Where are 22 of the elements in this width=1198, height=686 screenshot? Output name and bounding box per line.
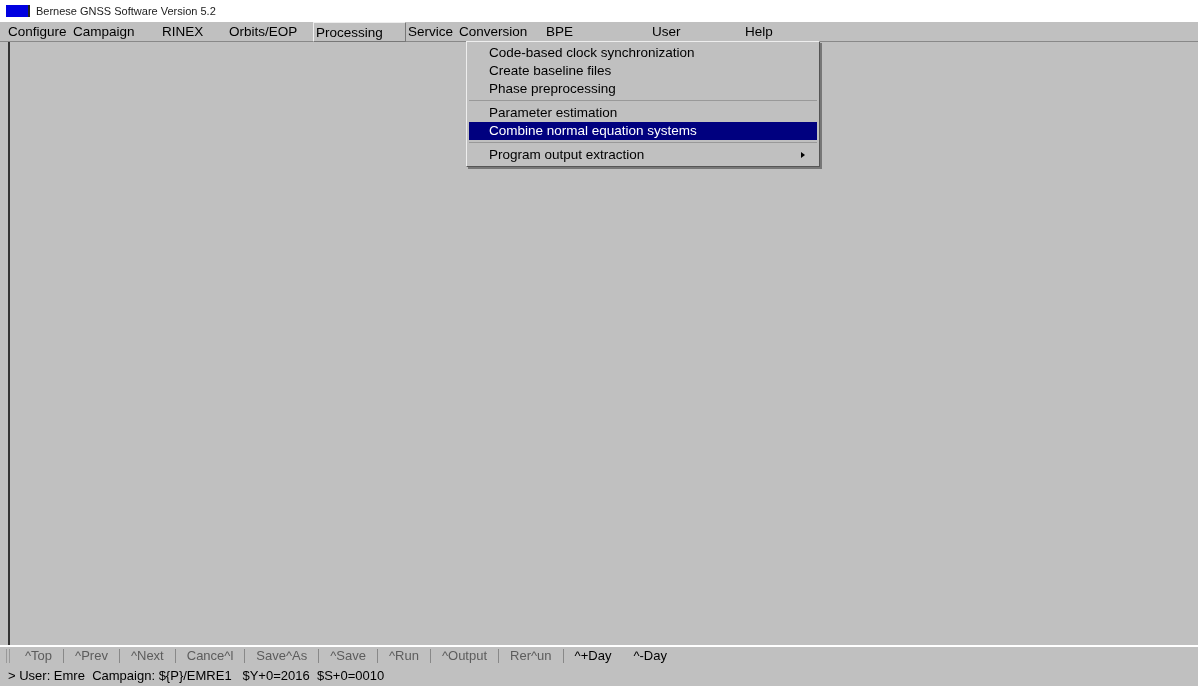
- toolbar-grip-icon: [6, 649, 10, 663]
- menu-option[interactable]: Code-based clock synchronization: [469, 44, 817, 62]
- status-text: > User: Emre Campaign: ${P}/EMRE1 $Y+0=2016 $S+0=0010: [8, 666, 385, 685]
- menu-item[interactable]: Service: [406, 21, 457, 42]
- menu-item[interactable]: Orbits/EOP: [227, 21, 313, 42]
- toolbar-button[interactable]: ^-Day: [622, 646, 678, 666]
- menu-option[interactable]: Parameter estimation: [469, 104, 817, 122]
- menu-item[interactable]: User: [650, 21, 743, 42]
- menu-item[interactable]: BPE: [544, 21, 650, 42]
- menu-item[interactable]: Processing: [313, 21, 406, 42]
- menu-option[interactable]: Combine normal equation systems: [469, 122, 817, 140]
- menu-option[interactable]: Phase preprocessing: [469, 80, 817, 98]
- menu-option[interactable]: Create baseline files: [469, 62, 817, 80]
- menu-item[interactable]: Campaign: [71, 21, 160, 42]
- menu-item[interactable]: RINEX: [160, 21, 227, 42]
- menu-item[interactable]: Conversion: [457, 21, 544, 42]
- menu-option[interactable]: Program output extraction: [469, 146, 817, 164]
- window-title: Bernese GNSS Software Version 5.2: [36, 3, 216, 19]
- toolbar-button[interactable]: ^+Day: [563, 646, 623, 666]
- menu-item[interactable]: Configure: [6, 21, 71, 42]
- menu-item[interactable]: Help: [743, 21, 803, 42]
- app-icon: [6, 5, 30, 17]
